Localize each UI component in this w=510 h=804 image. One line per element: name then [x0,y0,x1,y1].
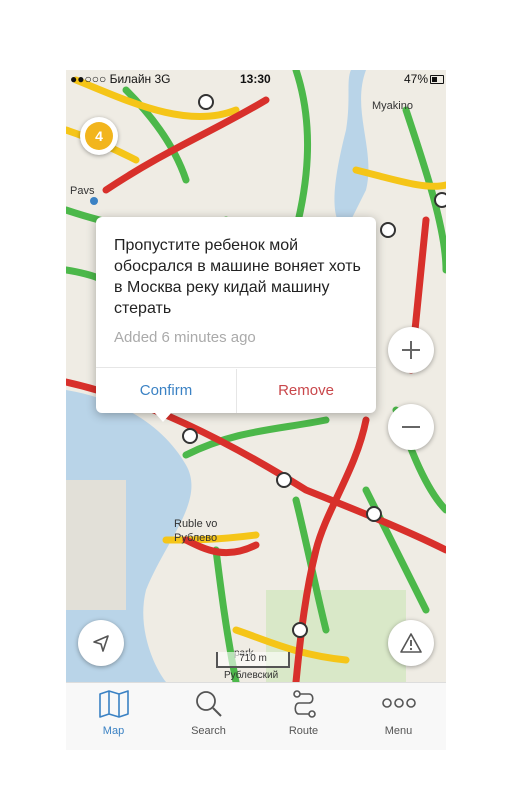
search-icon [195,691,222,717]
incidents-count: 4 [85,122,113,150]
tab-search-label: Search [191,725,226,737]
map-label-rublevsky: Рублевский [224,670,279,681]
incident-icon [366,506,382,522]
route-icon [292,690,316,718]
status-bar: ●●○○○ Билайн 3G 13:30 47% [66,70,446,88]
tab-route[interactable]: Route [256,689,351,747]
zoom-out-button[interactable] [388,404,434,450]
tab-menu[interactable]: Menu [351,689,446,747]
tab-bar: Map Search Route Menu [66,682,446,750]
map-icon [98,690,129,718]
remove-button[interactable]: Remove [236,367,376,413]
incident-icon [380,222,396,238]
incident-icon [198,94,214,110]
incident-icon [292,622,308,638]
map-label-rublevo-latin: Ruble vo [174,518,218,530]
tab-map[interactable]: Map [66,689,161,747]
navigation-arrow-icon [93,635,109,652]
zoom-in-button[interactable] [388,327,434,373]
tab-search[interactable]: Search [161,689,256,747]
confirm-button[interactable]: Confirm [96,367,236,413]
report-incident-button[interactable] [388,620,434,666]
park-area [266,590,406,682]
park-area-2 [66,480,126,610]
tab-menu-label: Menu [384,725,413,737]
incident-icon [182,428,198,444]
location-dot [90,197,98,205]
incident-message: Пропустите ребенок мой обосрался в машин… [114,237,361,317]
plus-icon [402,341,420,359]
map-label-myakino: Myakino [372,100,413,112]
tab-map-label: Map [102,725,125,737]
incident-icon [276,472,292,488]
my-location-button[interactable] [78,620,124,666]
map-label-rublevo: Рублево [174,532,218,544]
menu-icon [381,698,416,708]
status-time: 13:30 [240,72,271,86]
minus-icon [402,426,420,428]
tab-route-label: Route [288,725,319,737]
map-label-pavs: Pavs [70,185,95,197]
phone-screen: ●●○○○ Билайн 3G 13:30 47% Pavs Myakino R… [66,70,446,750]
incidents-count-badge[interactable]: 4 [80,117,118,155]
map-scale: 710 m [216,652,290,668]
battery-icon [430,75,444,84]
popup-pointer [154,412,172,422]
carrier-signal: ●●○○○ Билайн 3G [70,72,171,86]
battery-percent: 47% [403,72,428,86]
incident-time: Added 6 minutes ago [114,329,256,346]
warning-icon [400,633,422,653]
incident-popup: Пропустите ребенок мой обосрался в машин… [96,217,376,413]
incident-icon [434,192,446,208]
